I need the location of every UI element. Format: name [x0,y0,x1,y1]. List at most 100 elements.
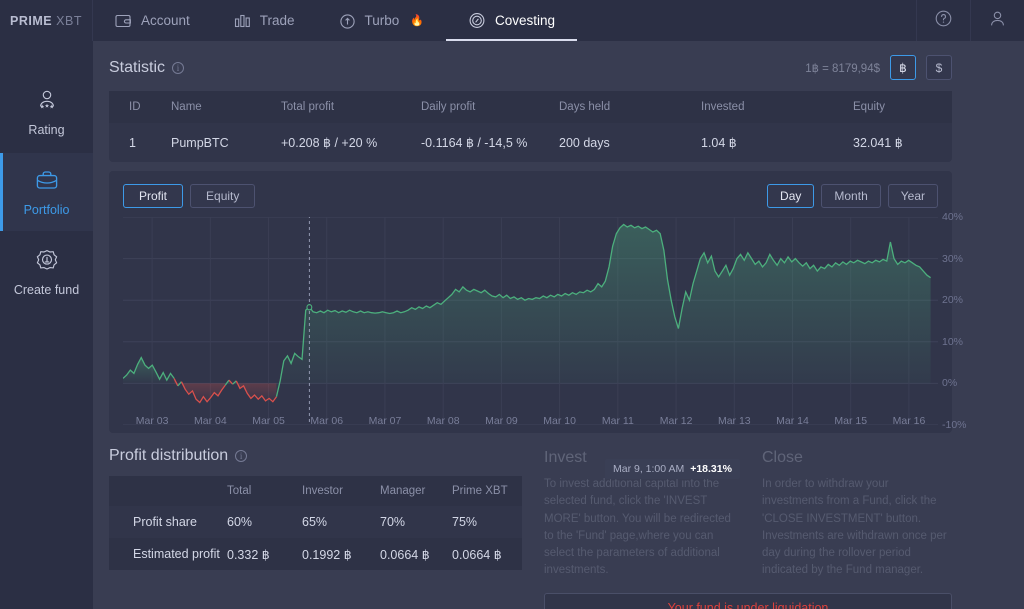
page-body: Rating Portfolio [0,41,1024,609]
statistic-header: Statistic i 1฿ = 8179,94$ ฿ $ [109,55,952,80]
profit-distribution-header: Profit distribution i [109,447,522,465]
column-name: Name [171,91,281,123]
table-row: Profit share 60% 65% 70% 75% [109,506,522,538]
nav-right-actions [916,0,1024,41]
bottom-section: Profit distribution i Total Investor Man… [109,447,952,609]
nav-tab-covesting-label: Covesting [495,13,555,28]
cell-name: PumpBTC [171,123,281,162]
sidebar-item-create-fund[interactable]: Create fund [0,233,93,311]
fire-icon: 🔥 [410,14,424,27]
chart-x-tick-label: Mar 11 [589,415,647,427]
close-description: In order to withdraw your investments fr… [762,476,952,580]
cell-profit-share-total: 60% [227,506,302,538]
chart-y-tick-label: -10% [942,419,982,431]
nav-tab-account[interactable]: Account [93,0,212,41]
cell-estimated-profit-total: 0.332 ฿ [227,538,302,570]
profit-distribution-block: Profit distribution i Total Investor Man… [109,447,522,609]
cell-id: 1 [109,123,171,162]
profit-distribution-table: Total Investor Manager Prime XBT Profit … [109,476,522,570]
row-label-estimated-profit: Estimated profit [109,538,227,570]
chart-tooltip-value: +18.31% [690,463,732,475]
chart-range-year-button[interactable]: Year [888,184,938,208]
chart-x-tick-label: Mar 15 [822,415,880,427]
column-blank [109,476,227,506]
cell-total-profit: +0.208 ฿ / +20 % [281,123,421,162]
cell-profit-share-primexbt: 75% [452,506,522,538]
table-row[interactable]: 1 PumpBTC +0.208 ฿ / +20 % -0.1164 ฿ / -… [109,123,952,162]
nav-tab-account-label: Account [141,13,190,28]
nav-tab-turbo-label: Turbo [365,13,400,28]
brand-logo[interactable]: PRIME XBT [0,0,93,41]
statistic-card: ID Name Total profit Daily profit Days h… [109,91,952,162]
top-navigation: PRIME XBT Account [0,0,1024,41]
user-icon [988,9,1007,33]
table-row: Estimated profit 0.332 ฿ 0.1992 ฿ 0.0664… [109,538,522,570]
chart-x-tick-label: Mar 04 [181,415,239,427]
turbo-icon [339,13,356,29]
chart-x-tick-label: Mar 07 [356,415,414,427]
table-header-row: ID Name Total profit Daily profit Days h… [109,91,952,123]
sidebar-item-portfolio[interactable]: Portfolio [0,153,93,231]
chart-profit-button[interactable]: Profit [123,184,183,208]
help-button[interactable] [916,0,970,41]
chart-toolbar: Profit Equity Day Month Year [123,184,938,208]
sidebar-item-rating[interactable]: Rating [0,73,93,151]
chart-area-fill [123,225,931,403]
table-header-row: Total Investor Manager Prime XBT [109,476,522,506]
column-equity: Equity [853,91,952,123]
chart-x-tick-label: Mar 16 [880,415,938,427]
chart-x-tick-label: Mar 14 [763,415,821,427]
statistic-header-actions: 1฿ = 8179,94$ ฿ $ [805,55,952,80]
column-total: Total [227,476,302,506]
chart-svg [123,217,938,425]
chart-tooltip: Mar 9, 1:00 AM+18.31% [605,459,740,479]
chart-x-axis-labels: Mar 03Mar 04Mar 05Mar 06Mar 07Mar 08Mar … [123,415,938,427]
sidebar-item-rating-label: Rating [28,123,64,137]
user-account-button[interactable] [970,0,1024,41]
briefcase-icon [34,168,60,195]
liquidation-status-button[interactable]: Your fund is under liquidation [544,593,952,609]
statistic-table-body: 1 PumpBTC +0.208 ฿ / +20 % -0.1164 ฿ / -… [109,123,952,162]
chart-x-tick-label: Mar 08 [414,415,472,427]
profit-distribution-card: Total Investor Manager Prime XBT Profit … [109,476,522,570]
chart-x-tick-label: Mar 09 [472,415,530,427]
chart-range-day-button[interactable]: Day [767,184,814,208]
currency-btc-button[interactable]: ฿ [890,55,916,80]
nav-tab-covesting[interactable]: Covesting [446,0,577,41]
brand-name-bold: PRIME [10,14,52,28]
row-label-profit-share: Profit share [109,506,227,538]
info-icon[interactable]: i [235,450,247,462]
cell-invested: 1.04 ฿ [701,123,853,162]
chart-equity-button[interactable]: Equity [190,184,255,208]
chart-y-tick-label: 0% [942,377,982,389]
bars-icon [234,13,251,28]
chart-x-tick-label: Mar 03 [123,415,181,427]
info-icon[interactable]: i [172,62,184,74]
statistic-table-head: ID Name Total profit Daily profit Days h… [109,91,952,123]
chart-y-tick-label: 40% [942,211,982,223]
chart-y-tick-label: 20% [942,294,982,306]
profit-chart[interactable]: 40%30%20%10%0%-10% [123,217,938,425]
exchange-rate-text: 1฿ = 8179,94$ [805,61,880,75]
column-investor: Investor [302,476,380,506]
covesting-icon [468,12,486,29]
close-title: Close [762,449,952,467]
chart-x-tick-label: Mar 06 [298,415,356,427]
column-manager: Manager [380,476,452,506]
column-invested: Invested [701,91,853,123]
chart-range-month-button[interactable]: Month [821,184,880,208]
chart-range-toggle: Day Month Year [767,184,938,208]
distribution-table-body: Profit share 60% 65% 70% 75% Estimated p… [109,506,522,570]
column-daily-profit: Daily profit [421,91,559,123]
cell-estimated-profit-investor: 0.1992 ฿ [302,538,380,570]
nav-tab-turbo[interactable]: Turbo 🔥 [317,0,446,41]
chart-card: Profit Equity Day Month Year [109,171,952,433]
currency-usd-button[interactable]: $ [926,55,952,80]
cell-daily-profit: -0.1164 ฿ / -14,5 % [421,123,559,162]
column-days-held: Days held [559,91,701,123]
nav-tab-trade[interactable]: Trade [212,0,317,41]
chart-y-tick-label: 10% [942,336,982,348]
nav-tabs: Account Trade [93,0,577,41]
nav-tab-trade-label: Trade [260,13,295,28]
column-prime-xbt: Prime XBT [452,476,522,506]
